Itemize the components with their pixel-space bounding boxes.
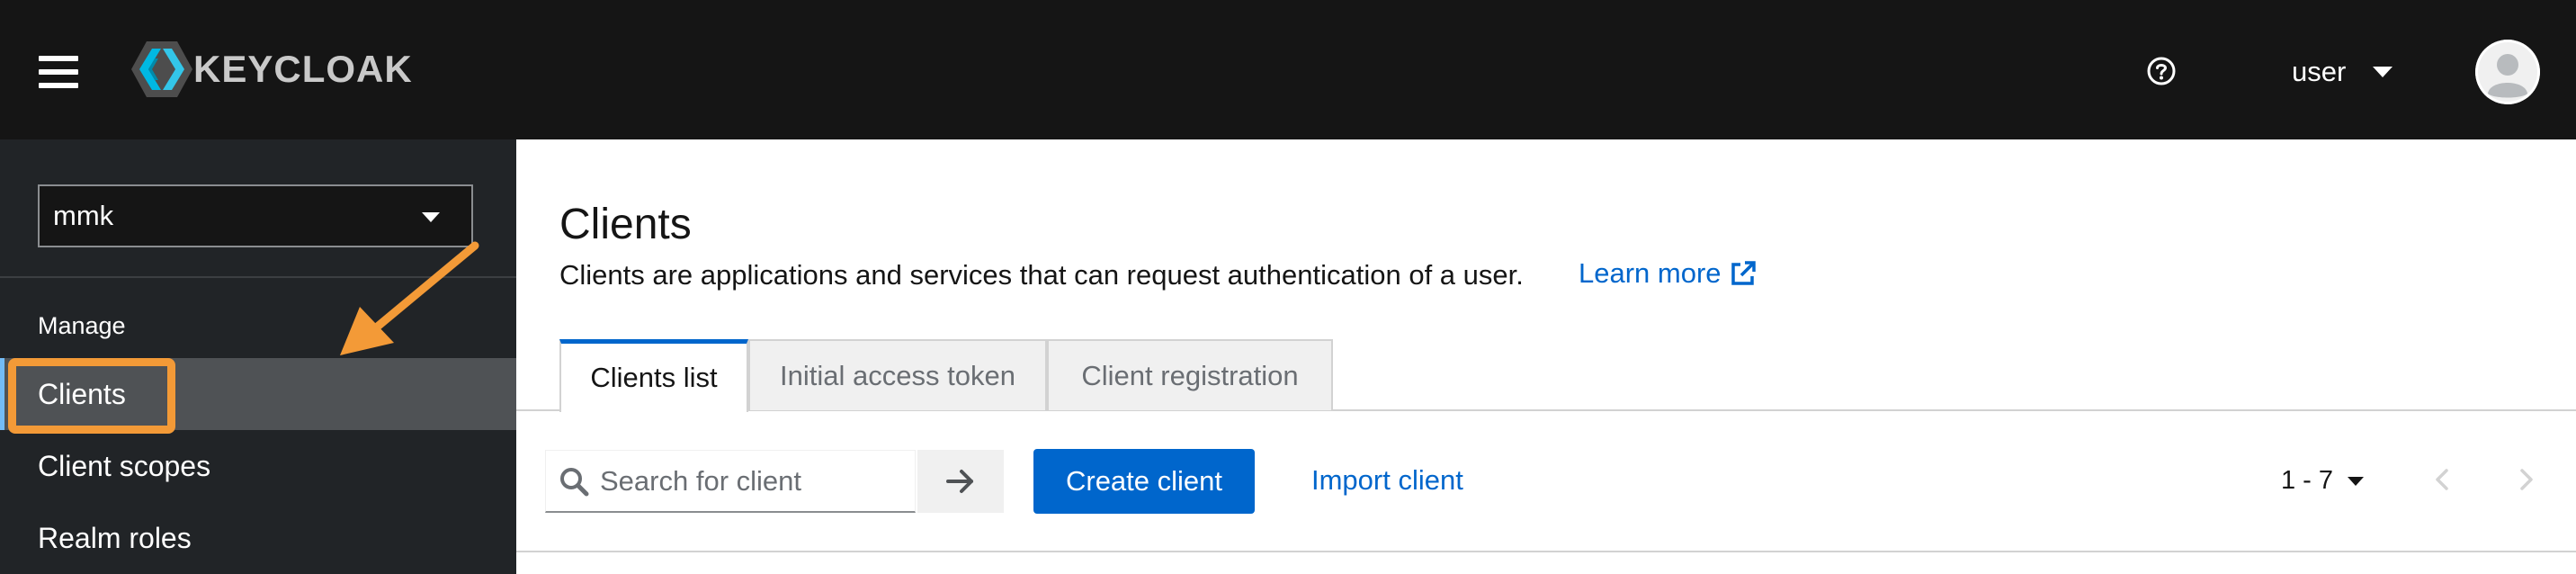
tab-label: Clients list	[590, 362, 718, 393]
arrow-right-icon	[946, 470, 973, 493]
hamburger-icon[interactable]	[39, 56, 78, 88]
sidebar-item-label: Client scopes	[38, 449, 211, 482]
keycloak-logo-icon	[131, 41, 192, 97]
create-client-button[interactable]: Create client	[1033, 449, 1255, 514]
caret-down-icon	[2373, 67, 2393, 77]
annotation-highlight-box	[8, 358, 175, 434]
brand-name: KEYCLOAK	[193, 48, 413, 90]
learn-more-label: Learn more	[1579, 257, 1722, 289]
page-description: Clients are applications and services th…	[559, 259, 1524, 291]
chevron-left-icon[interactable]	[2428, 463, 2457, 496]
help-icon[interactable]	[2146, 56, 2177, 86]
tab-initial-access-token[interactable]: Initial access token	[748, 339, 1047, 410]
tab-client-registration[interactable]: Client registration	[1047, 339, 1333, 410]
user-avatar-icon[interactable]	[2475, 40, 2540, 104]
sidebar-item-client-scopes[interactable]: Client scopes	[0, 430, 516, 502]
tab-label: Initial access token	[780, 359, 1015, 391]
masthead: KEYCLOAK user	[0, 0, 2576, 139]
user-menu[interactable]: user	[2292, 52, 2393, 92]
chevron-right-icon[interactable]	[2511, 463, 2540, 496]
realm-selector-value: mmk	[53, 200, 114, 231]
search-submit-button[interactable]	[917, 450, 1004, 513]
sidebar-item-realm-roles[interactable]: Realm roles	[0, 502, 516, 574]
sidebar-item-label: Realm roles	[38, 521, 192, 554]
sidebar: mmk Manage Clients Client scopes Realm r…	[0, 139, 516, 574]
search-box	[545, 450, 916, 513]
learn-more-link[interactable]: Learn more	[1579, 257, 1758, 290]
caret-down-icon	[2348, 476, 2365, 486]
nav-section-manage: Manage	[38, 312, 126, 339]
tab-clients-list[interactable]: Clients list	[559, 339, 748, 412]
pagination-toggle[interactable]: 1 - 7	[2281, 466, 2365, 496]
page-title: Clients	[559, 201, 692, 248]
keycloak-logo[interactable]: KEYCLOAK	[130, 40, 413, 99]
user-menu-label: user	[2292, 56, 2347, 87]
search-input[interactable]	[600, 464, 897, 498]
external-link-icon	[1731, 261, 1756, 285]
annotation-arrow-icon	[340, 241, 479, 355]
import-client-button[interactable]: Import client	[1311, 464, 1463, 497]
caret-down-icon	[422, 212, 440, 222]
tab-label: Client registration	[1081, 359, 1299, 391]
search-icon	[560, 467, 589, 496]
toolbar-divider	[516, 551, 2576, 552]
pagination-range: 1 - 7	[2281, 466, 2334, 495]
